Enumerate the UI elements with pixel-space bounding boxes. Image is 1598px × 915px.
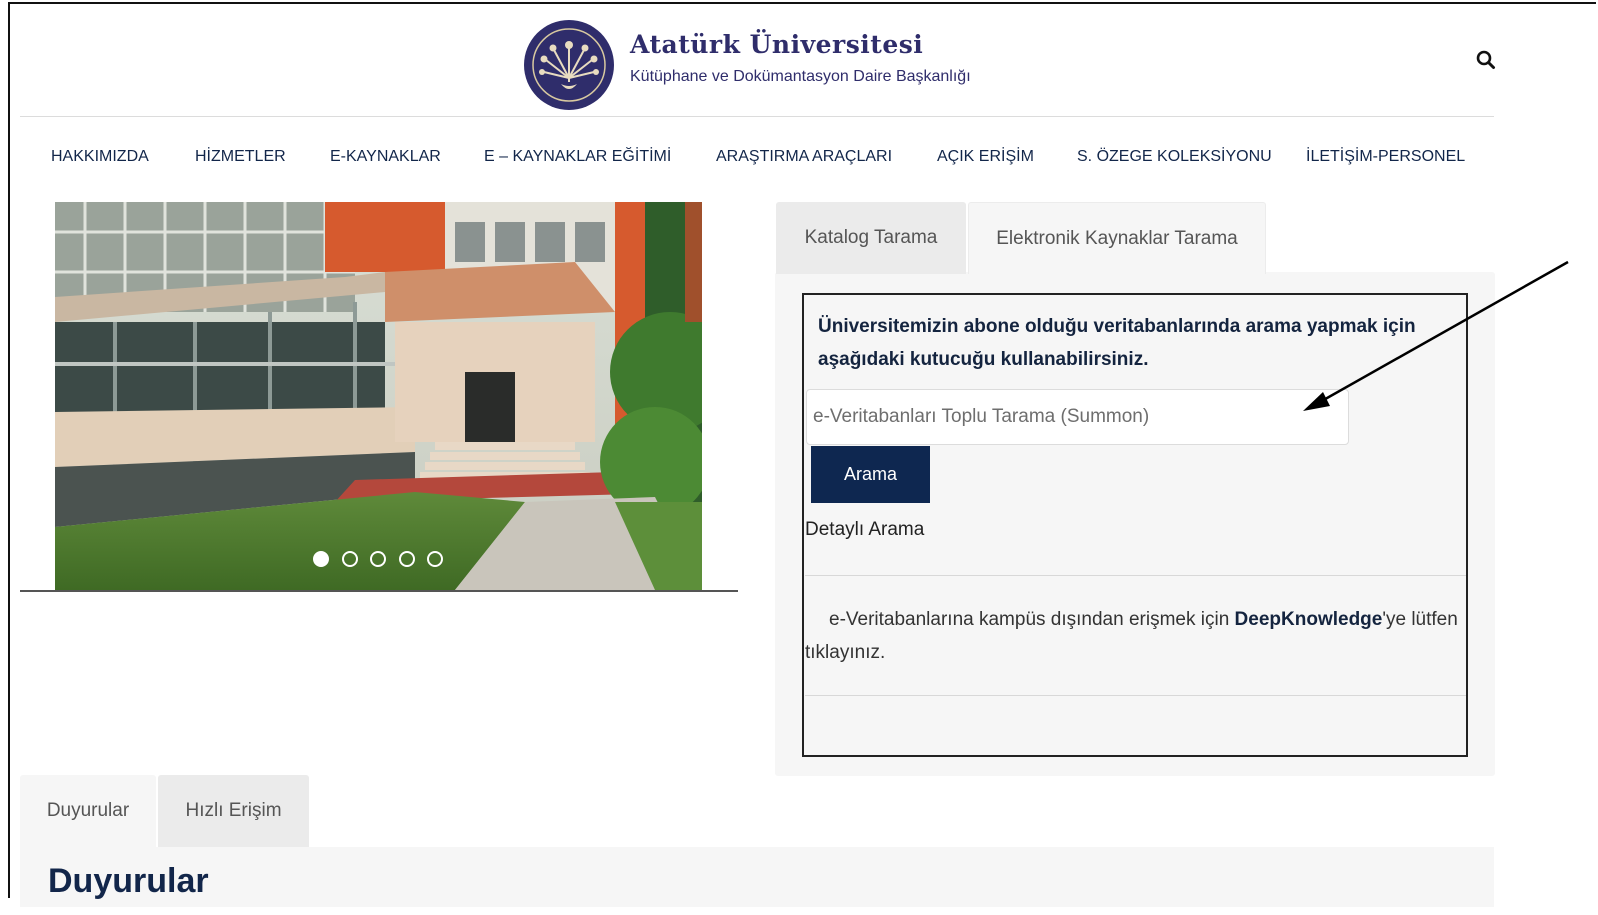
tab-duyurular[interactable]: Duyurular (20, 775, 156, 847)
nav-item-acik-erisim[interactable]: AÇIK ERİŞİM (937, 148, 1034, 166)
slider-dot-5[interactable] (427, 551, 443, 567)
nav-item-e-kaynaklar-egitimi[interactable]: E – KAYNAKLAR EĞİTİMİ (484, 148, 671, 166)
site-header: Atatürk Üniversitesi Kütüphane ve Doküma… (0, 0, 1598, 120)
section-divider (805, 575, 1466, 576)
news-panel (20, 847, 1494, 907)
site-title[interactable]: Atatürk Üniversitesi (630, 30, 923, 59)
tab-hizli-erisim[interactable]: Hızlı Erişim (158, 775, 309, 847)
nav-item-ozege-koleksiyonu[interactable]: S. ÖZEGE KOLEKSİYONU (1077, 148, 1272, 166)
section-divider (805, 695, 1466, 696)
deepknowledge-link[interactable]: DeepKnowledge (1235, 609, 1383, 630)
detailed-search-link[interactable]: Detaylı Arama (805, 519, 924, 541)
slider-dot-4[interactable] (399, 551, 415, 567)
slider-underline (20, 590, 738, 592)
university-logo[interactable] (524, 20, 614, 110)
nav-item-e-kaynaklar[interactable]: E-KAYNAKLAR (330, 148, 441, 166)
remote-text-before: e-Veritabanlarına kampüs dışından erişme… (829, 609, 1235, 630)
summon-search-input[interactable] (806, 389, 1349, 445)
main-nav: HAKKIMIZDA HİZMETLER E-KAYNAKLAR E – KAY… (0, 148, 1598, 172)
arama-button[interactable]: Arama (811, 446, 930, 503)
header-divider (20, 116, 1494, 117)
image-slider[interactable] (55, 202, 702, 590)
site-subtitle: Kütüphane ve Dokümantasyon Daire Başkanl… (630, 68, 971, 85)
slider-dot-3[interactable] (370, 551, 386, 567)
search-instructions: Üniversitemizin abone olduğu veritabanla… (818, 316, 1416, 370)
peacock-seal-logo (527, 23, 611, 107)
search-icon[interactable] (1474, 48, 1498, 72)
nav-item-hizmetler[interactable]: HİZMETLER (195, 148, 286, 166)
news-heading: Duyurular (48, 862, 209, 900)
tab-katalog-tarama[interactable]: Katalog Tarama (776, 202, 966, 274)
nav-item-arastirma-araclari[interactable]: ARAŞTIRMA ARAÇLARI (716, 148, 892, 166)
nav-item-hakkimizda[interactable]: HAKKIMIZDA (51, 148, 149, 166)
remote-access-text: e-Veritabanlarına kampüs dışından erişme… (805, 603, 1465, 669)
slider-dot-2[interactable] (342, 551, 358, 567)
library-building-photo (55, 202, 702, 590)
tab-elektronik-kaynaklar-tarama[interactable]: Elektronik Kaynaklar Tarama (968, 202, 1266, 274)
nav-item-iletisim-personel[interactable]: İLETİŞİM-PERSONEL (1306, 148, 1465, 166)
slider-dot-1[interactable] (313, 551, 329, 567)
